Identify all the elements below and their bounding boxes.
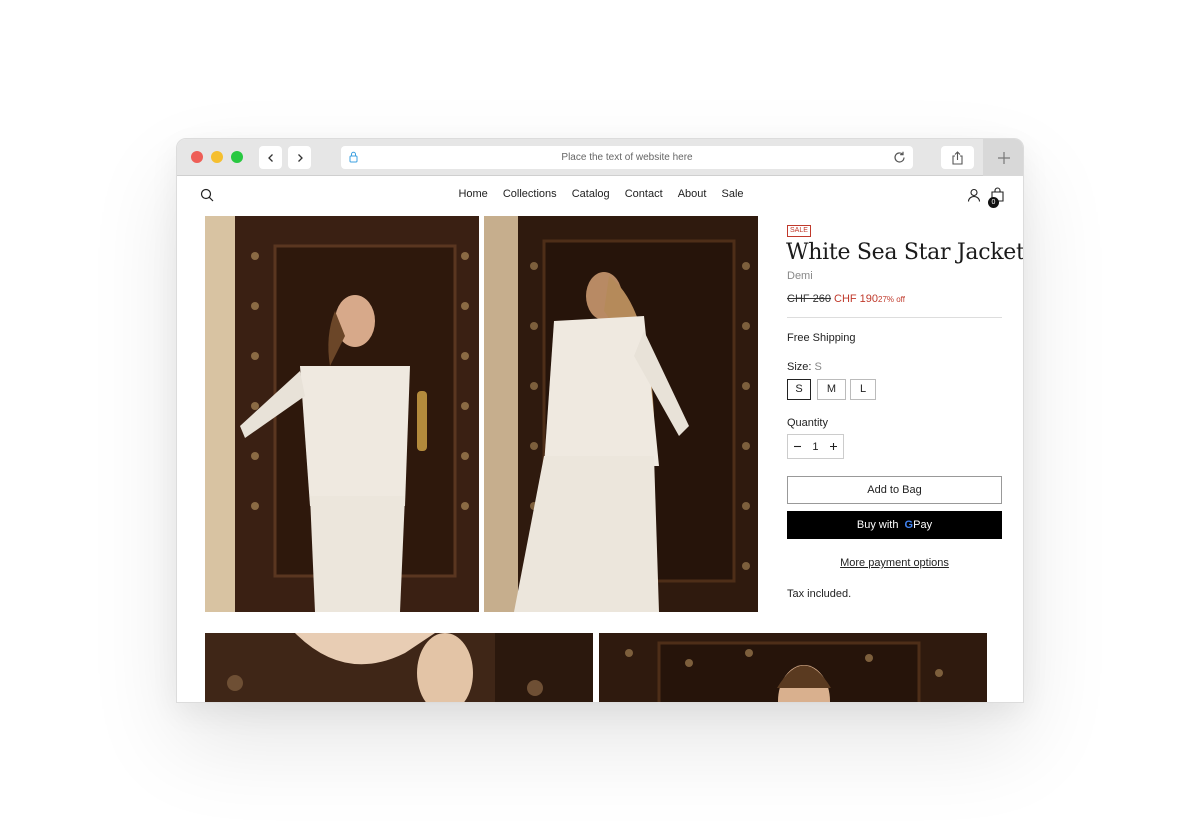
nav-collections[interactable]: Collections (503, 188, 557, 200)
product-photo-detail[interactable] (205, 633, 593, 702)
nav-about[interactable]: About (678, 188, 707, 200)
address-text: Place the text of website here (561, 152, 693, 163)
browser-window: Place the text of website here Home Coll… (176, 138, 1024, 703)
add-to-bag-button[interactable]: Add to Bag (787, 476, 1002, 504)
share-icon (952, 150, 963, 165)
address-bar[interactable]: Place the text of website here (341, 146, 913, 169)
photo-art (205, 633, 593, 702)
new-tab-button[interactable] (983, 139, 1023, 176)
back-button[interactable] (259, 146, 282, 169)
product-vendor[interactable]: Demi (787, 270, 813, 282)
maximize-window-button[interactable] (231, 151, 243, 163)
quantity-stepper: 1 (787, 434, 844, 459)
product-photo-portrait[interactable] (599, 633, 987, 702)
google-g-icon: G (904, 519, 914, 531)
discount-label: 27% off (878, 295, 905, 304)
divider (787, 317, 1002, 318)
nav-contact[interactable]: Contact (625, 188, 663, 200)
sale-price: CHF 190 (834, 293, 879, 305)
more-payment-options-link[interactable]: More payment options (787, 557, 1002, 569)
photo-art (205, 216, 479, 612)
sale-badge: SALE (787, 225, 811, 237)
nav-home[interactable]: Home (458, 188, 487, 200)
photo-art (599, 633, 987, 702)
share-button[interactable] (941, 146, 974, 169)
size-selected-value: S (814, 361, 822, 373)
lock-icon (349, 151, 358, 163)
gpay-pay-label: Pay (913, 519, 933, 531)
tax-note: Tax included. (787, 588, 852, 600)
nav-sale[interactable]: Sale (722, 188, 744, 200)
close-window-button[interactable] (191, 151, 203, 163)
cart-count-badge: 0 (988, 197, 999, 208)
product-photo-front[interactable] (205, 216, 479, 612)
product-title: White Sea Star Jacket (786, 240, 1024, 265)
size-label: Size: S (787, 361, 822, 373)
plus-icon (998, 151, 1010, 164)
buy-with-label: Buy with (856, 519, 899, 531)
size-option-l[interactable]: L (850, 379, 876, 400)
browser-toolbar: Place the text of website here (177, 139, 1023, 176)
product-photo-back[interactable] (484, 216, 758, 612)
plus-icon[interactable] (829, 442, 838, 451)
minimize-window-button[interactable] (211, 151, 223, 163)
quantity-label: Quantity (787, 417, 828, 429)
minus-icon[interactable] (793, 442, 802, 451)
reload-icon[interactable] (892, 150, 907, 165)
quantity-value[interactable]: 1 (812, 441, 818, 453)
nav-catalog[interactable]: Catalog (572, 188, 610, 200)
store-page: Home Collections Catalog Contact About S… (177, 176, 1024, 702)
size-option-m[interactable]: M (817, 379, 846, 400)
google-pay-button[interactable]: Buy with GPay (787, 511, 1002, 539)
original-price: CHF 260 (787, 293, 832, 305)
chevron-left-icon (267, 153, 273, 162)
photo-art (484, 216, 758, 612)
size-option-s[interactable]: S (787, 379, 811, 400)
shipping-info: Free Shipping (787, 332, 856, 344)
size-label-text: Size: (787, 361, 812, 373)
main-nav: Home Collections Catalog Contact About S… (177, 188, 1023, 200)
chevron-right-icon (297, 153, 303, 162)
forward-button[interactable] (288, 146, 311, 169)
account-icon[interactable] (967, 188, 981, 202)
